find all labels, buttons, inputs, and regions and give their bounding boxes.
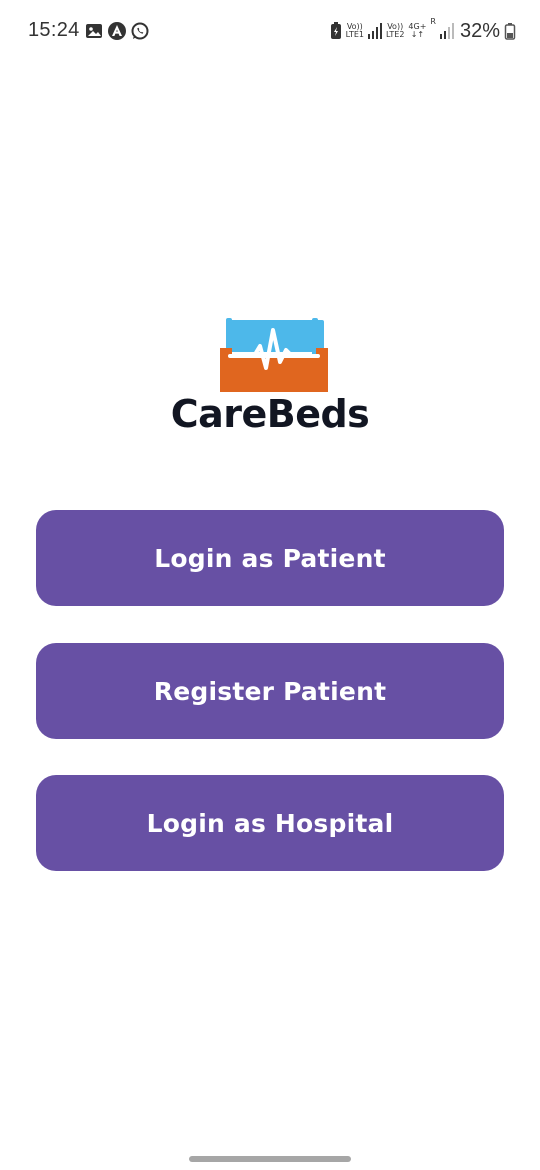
register-patient-button[interactable]: Register Patient [36,643,504,739]
bed-pulse-icon [220,318,328,392]
login-as-patient-button[interactable]: Login as Patient [36,510,504,606]
whatsapp-icon [131,22,149,40]
signal-icon-sim1 [368,23,383,39]
battery-percent: 32% [459,19,500,42]
screen: 15:24 Vo)) LTE1 Vo)) LTE2 4G+ ↓↑ R 32% C… [0,0,540,1170]
signal-icon-sim2 [439,23,454,39]
roaming-indicator: R [430,17,436,26]
battery-saver-icon [330,22,341,39]
data-arrows-icon: ↓↑ [410,30,425,39]
home-indicator[interactable] [189,1156,351,1162]
status-right: Vo)) LTE1 Vo)) LTE2 4G+ ↓↑ R 32% [326,18,516,44]
login-as-hospital-button[interactable]: Login as Hospital [36,775,504,871]
carebeds-logo: CareBeds [170,316,370,440]
sim1-label: Vo)) LTE1 [345,22,365,39]
status-time: 15:24 [28,19,80,41]
login-as-patient-label: Login as Patient [154,543,386,573]
battery-icon [504,23,516,40]
a-circle-icon [108,22,126,40]
status-bar: 15:24 Vo)) LTE1 Vo)) LTE2 4G+ ↓↑ R 32% [0,0,540,62]
login-as-hospital-label: Login as Hospital [146,808,394,838]
network-type: 4G+ ↓↑ [408,22,427,39]
image-icon [86,24,102,38]
sim2-label: Vo)) LTE2 [386,22,405,39]
app-name: CareBeds [170,392,370,436]
register-patient-label: Register Patient [153,676,387,706]
